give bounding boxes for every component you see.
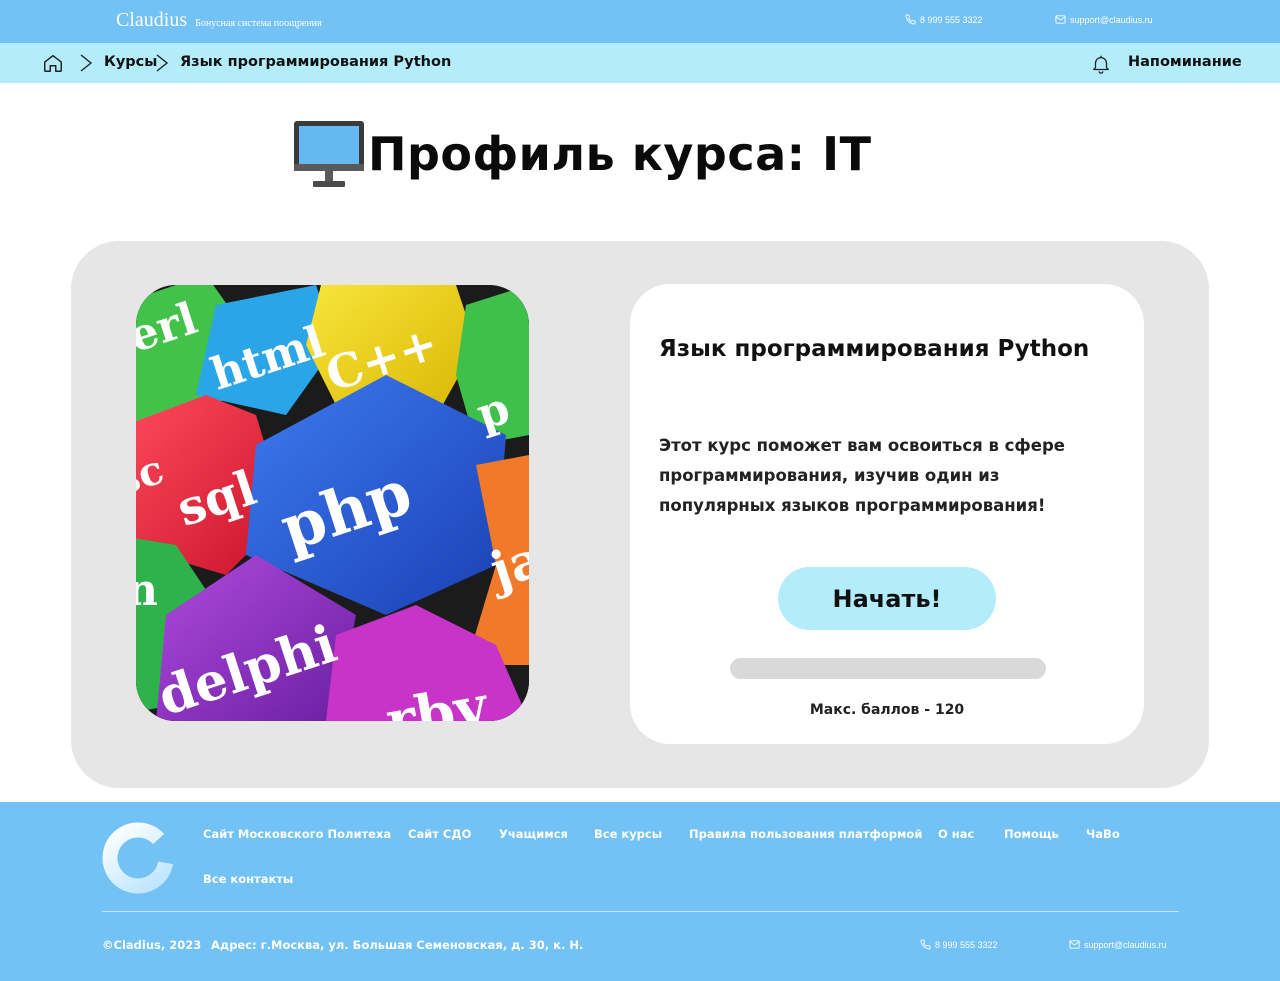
brand-name: Claudius [116,9,188,31]
footer-link-rules[interactable]: Правила пользования платформой [689,827,922,841]
footer-phone: 8 999 555 3322 [935,939,998,950]
footer-link-all-courses[interactable]: Все курсы [594,827,662,841]
svg-text:n: n [136,565,158,616]
start-course-button[interactable]: Начать! [778,567,996,630]
footer-link-contacts[interactable]: Все контакты [203,872,293,886]
home-icon[interactable] [42,52,64,74]
brand-tagline: Бонусная система поощрения [195,18,322,29]
page-title-text: Профиль курса: IT [368,127,872,181]
mail-icon [1069,940,1080,949]
course-description: Этот курс поможет вам освоиться в сфере … [659,436,1065,515]
top-header: Claudius Бонусная система поощрения 8 99… [0,0,1280,43]
footer-link-students[interactable]: Учащимся [499,827,568,841]
programming-languages-image: erl html C++ p sc sql php ja n delphi rb… [136,285,529,721]
footer-link-sdo[interactable]: Сайт СДО [408,827,471,841]
phone-icon [920,939,931,950]
breadcrumb-current: Язык программирования Python [180,54,452,70]
footer-email: support@claudius.ru [1084,939,1167,950]
footer-divider [102,911,1179,912]
breadcrumb: Курсы Язык программирования Python Напом… [0,43,1280,83]
footer-copyright: ©Cladius, 2023 [102,938,202,952]
header-email-link[interactable]: support@claudius.ru [1055,14,1153,25]
bell-icon[interactable] [1090,53,1112,75]
footer-phone-link[interactable]: 8 999 555 3322 [920,939,998,950]
brand[interactable]: Claudius Бонусная система поощрения [116,9,322,32]
chevron-right-icon [80,54,93,72]
phone-icon [905,14,916,25]
footer-address: Адрес: г.Москва, ул. Большая Семеновская… [211,938,584,952]
chevron-right-icon [156,54,169,72]
computer-icon [294,121,364,187]
max-points: Макс. баллов - 120 [809,702,965,718]
header-email: support@claudius.ru [1070,14,1153,25]
footer: Сайт Московского Политеха Сайт СДО Учащи… [0,802,1280,981]
page-title: Профиль курса: IT [292,118,872,190]
course-panel: erl html C++ p sc sql php ja n delphi rb… [71,241,1209,788]
footer-link-faq[interactable]: ЧаВо [1086,827,1120,841]
course-title: Язык программирования Python [659,336,1090,362]
header-phone: 8 999 555 3322 [920,14,983,25]
header-phone-link[interactable]: 8 999 555 3322 [905,14,983,25]
reminder-link[interactable]: Напоминание [1128,54,1242,70]
footer-link-polytech[interactable]: Сайт Московского Политеха [203,827,391,841]
footer-logo[interactable] [102,822,174,894]
breadcrumb-courses[interactable]: Курсы [104,54,157,70]
footer-link-about[interactable]: О нас [938,827,974,841]
footer-link-help[interactable]: Помощь [1004,827,1059,841]
course-info-card: Язык программирования Python Этот курс п… [630,284,1144,744]
mail-icon [1055,15,1066,24]
course-progress-bar [730,658,1046,679]
footer-email-link[interactable]: support@claudius.ru [1069,939,1167,950]
course-image: erl html C++ p sc sql php ja n delphi rb… [136,285,529,721]
